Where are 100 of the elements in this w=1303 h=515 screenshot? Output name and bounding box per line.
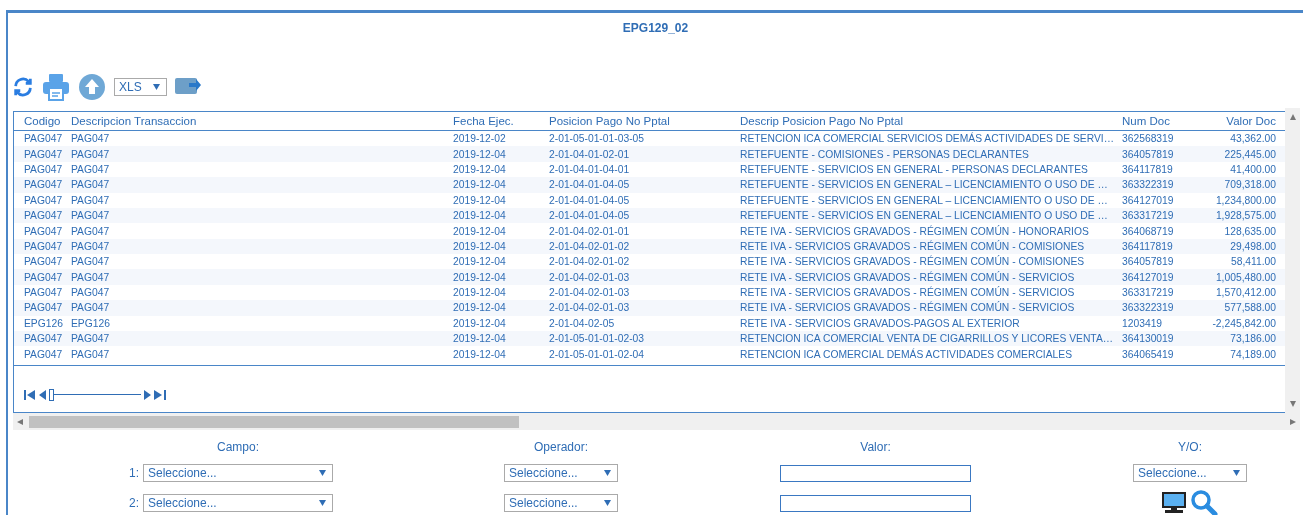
table-cell-text: 2-01-04-02-05 — [549, 317, 616, 329]
scroll-left-icon[interactable] — [17, 418, 23, 425]
table-cell-text: 364127019 — [1122, 271, 1175, 283]
operator-select[interactable]: Seleccione... — [504, 464, 618, 482]
last-page-icon[interactable] — [154, 389, 166, 400]
table-cell-text: RETENCION ICA COMERCIAL SERVICIOS DEMÁS ACTIVIDADES DE SERVI… — [740, 133, 1115, 145]
format-select[interactable]: XLS — [114, 78, 167, 96]
table-cell-text: PAG047 — [24, 348, 64, 360]
column-header[interactable]: Codigo — [24, 115, 71, 128]
table-cell-text: PAG047 — [71, 240, 111, 252]
table-cell-text: 2019-12-04 — [453, 164, 507, 175]
scroll-down-icon[interactable] — [1289, 401, 1296, 407]
slider-thumb[interactable] — [49, 388, 54, 401]
table-cell-text: 1,570,412.00 — [1214, 287, 1276, 298]
table-cell-text: PAG047 — [24, 333, 64, 345]
table-cell-text: 128,635.00 — [1223, 225, 1276, 237]
table-cell-text: PAG047 — [24, 240, 64, 252]
column-header[interactable]: Num Doc — [1122, 115, 1202, 128]
caret-icon — [319, 500, 326, 506]
table-cell-text: 2-01-04-02-01-03 — [549, 302, 631, 314]
column-header[interactable]: Descripcion Transaccion — [71, 115, 453, 128]
filter-header: Valor: — [859, 440, 892, 454]
table-cell-text: 364065419 — [1122, 348, 1175, 360]
horizontal-scrollbar[interactable] — [13, 413, 1300, 430]
table-cell-text: 2-01-04-02-01-01 — [549, 225, 631, 237]
table-cell-text: PAG047 — [71, 287, 111, 298]
next-page-icon[interactable] — [144, 389, 151, 400]
vertical-scrollbar[interactable] — [1285, 108, 1300, 413]
table-cell-text: 363317219 — [1122, 287, 1175, 298]
column-header[interactable]: Posicion Pago No Pptal — [549, 115, 740, 128]
table-cell-text: 2019-12-04 — [453, 271, 507, 283]
monitor-icon[interactable] — [1162, 492, 1186, 514]
table-cell-text: 74,189.00 — [1229, 348, 1276, 360]
table-cell-text: 364117819 — [1122, 164, 1174, 175]
table-cell-text: 2019-12-04 — [453, 210, 507, 222]
table-cell-text: RETEFUENTE - SERVICIOS EN GENERAL – LICENCIAMIENTO O USO DE … — [740, 210, 1109, 222]
window-title: EPG129_02 — [622, 21, 689, 35]
field-select[interactable]: Seleccione... — [143, 494, 333, 512]
table-cell-text: 2-01-04-01-02-01 — [549, 148, 631, 160]
table-cell-text: PAG047 — [71, 210, 111, 222]
table-cell-text: 2-01-04-02-01-03 — [549, 271, 631, 283]
caret-icon — [1233, 470, 1240, 476]
scroll-up-icon[interactable] — [1289, 114, 1296, 120]
field-select[interactable]: Seleccione... — [143, 464, 333, 482]
table-cell-text: 363322319 — [1122, 179, 1175, 191]
table-cell-text: 362568319 — [1122, 133, 1175, 145]
table-cell-text: PAG047 — [71, 271, 111, 283]
row-number: 2: — [128, 496, 140, 510]
refresh-icon[interactable] — [12, 76, 34, 98]
table-cell-text: EPG126 — [71, 317, 111, 329]
table-cell-text: PAG047 — [71, 164, 111, 175]
table-cell-text: PAG047 — [71, 148, 111, 160]
table-cell-text: 364068719 — [1122, 225, 1175, 237]
table-cell-text: RETE IVA - SERVICIOS GRAVADOS - RÉGIMEN COMÚN - SERVICIOS — [740, 302, 1076, 314]
table-cell-text: 2019-12-04 — [453, 194, 507, 206]
table-cell-text: PAG047 — [24, 225, 64, 237]
table-cell-text: PAG047 — [24, 164, 64, 175]
table-cell-text: RETEFUENTE - SERVICIOS EN GENERAL – LICENCIAMIENTO O USO DE … — [740, 194, 1109, 206]
table-cell-text: 225,445.00 — [1223, 148, 1276, 160]
value-input[interactable] — [780, 494, 971, 512]
table-cell-text: PAG047 — [24, 179, 64, 191]
value-input[interactable] — [780, 464, 971, 482]
first-page-icon[interactable] — [24, 389, 36, 400]
search-icon[interactable] — [1190, 489, 1218, 515]
table-cell-text: RETE IVA - SERVICIOS GRAVADOS-PAGOS AL EXTERIOR — [740, 317, 1021, 329]
table-cell-text: RETEFUENTE - SERVICIOS EN GENERAL – LICENCIAMIENTO O USO DE … — [740, 179, 1109, 191]
table-cell-text: RETENCION ICA COMERCIAL VENTA DE CIGARRILLOS Y LICORES VENTA… — [740, 333, 1115, 345]
table-cell-text: 1,234,800.00 — [1214, 194, 1276, 206]
table-cell-text: RETE IVA - SERVICIOS GRAVADOS - RÉGIMEN COMÚN - SERVICIOS — [740, 287, 1076, 298]
table-cell-text: 2019-12-04 — [453, 333, 507, 345]
operator-select[interactable]: Seleccione... — [504, 494, 618, 512]
table-cell-text: 2019-12-04 — [453, 287, 507, 298]
table-cell-text: 2-01-05-01-01-02-04 — [549, 348, 646, 360]
column-header[interactable]: Fecha Ejec. — [453, 115, 549, 128]
table-cell-text: PAG047 — [71, 133, 111, 145]
previous-page-icon[interactable] — [39, 389, 46, 400]
scroll-right-icon[interactable] — [1290, 418, 1296, 425]
table-cell-text: RETEFUENTE - SERVICIOS EN GENERAL - PERSONAS DECLARANTES — [740, 164, 1089, 175]
caret-icon — [153, 84, 160, 90]
table-cell-text: 73,186.00 — [1229, 333, 1276, 345]
filter-header: Y/O: — [1177, 440, 1203, 454]
printer-icon[interactable] — [42, 73, 70, 101]
table-cell-text: 2019-12-04 — [453, 148, 507, 160]
table-cell-text: 1,005,480.00 — [1214, 271, 1276, 283]
caret-icon — [604, 470, 611, 476]
table-cell-text: 2019-12-04 — [453, 256, 507, 268]
and-or-select[interactable]: Seleccione... — [1133, 464, 1247, 482]
table-cell-text: 577,588.00 — [1223, 302, 1276, 314]
upload-icon[interactable] — [78, 73, 106, 101]
column-header[interactable]: Descrip Posicion Pago No Pptal — [740, 115, 1122, 128]
table-cell-text: 2019-12-04 — [453, 225, 507, 237]
table-cell-text: 709,318.00 — [1223, 179, 1276, 191]
caret-icon — [319, 470, 326, 476]
table-cell-text: PAG047 — [24, 148, 64, 160]
table-cell-text: 363322319 — [1122, 302, 1175, 314]
column-header[interactable]: Valor Doc — [1202, 115, 1276, 128]
table-cell-text: PAG047 — [71, 302, 111, 314]
table-cell-text: 2-01-05-01-01-02-03 — [549, 333, 646, 345]
filter-header: Campo: — [216, 440, 260, 454]
table-cell-text: 364127019 — [1122, 194, 1175, 206]
